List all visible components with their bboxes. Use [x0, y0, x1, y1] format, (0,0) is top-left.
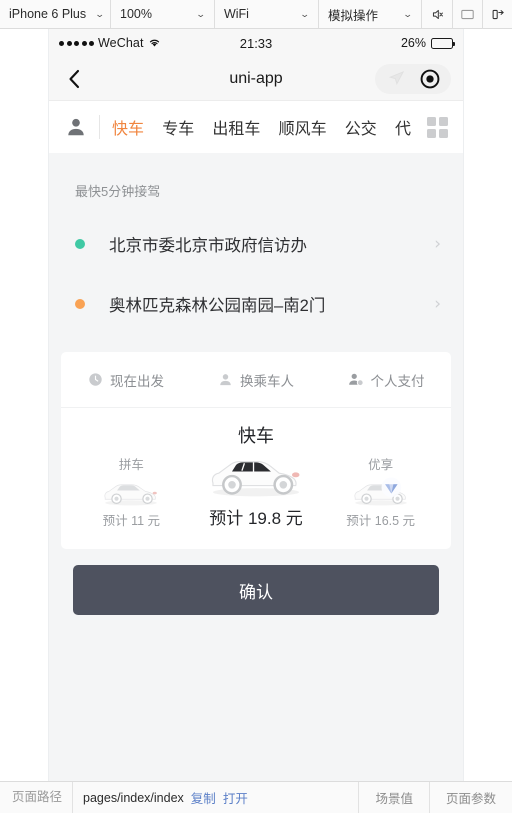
chevron-down-icon: ⌄ [196, 8, 207, 19]
mute-icon[interactable] [422, 0, 452, 29]
destination-dot-icon [75, 299, 85, 309]
origin-dot-icon [75, 239, 85, 249]
phone-frame: WeChat 21:33 26% uni-app 快车 专车 出租车 顺风车 公… [48, 29, 464, 781]
depart-now-label: 现在出发 [110, 373, 164, 389]
network-selector-value: WiFi [223, 7, 249, 21]
simulate-selector-value: 模拟操作 [327, 8, 378, 23]
device-selector-value: iPhone 6 Plus [9, 7, 87, 21]
car-price: 预计 19.8 元 [209, 509, 303, 528]
tab-gongjiao[interactable]: 公交 [345, 115, 377, 139]
nav-capsule [375, 63, 451, 94]
car-label: 优享 [368, 458, 394, 472]
car-option-pinche[interactable]: 拼车 预计 11 元 [69, 454, 194, 529]
toolbar-icon-group [422, 0, 512, 29]
back-button[interactable] [61, 66, 87, 92]
network-selector[interactable]: WiFi ⌄ [215, 0, 319, 28]
tab-kuaiche[interactable]: 快车 [112, 115, 144, 139]
car-illustration [104, 484, 158, 506]
signal-dots-icon [59, 40, 94, 46]
page-path-group: pages/index/index 复制 打开 [73, 788, 358, 807]
tab-chuzuche[interactable]: 出租车 [212, 115, 260, 139]
car-price: 预计 11 元 [102, 514, 161, 528]
payment-option[interactable]: 个人支付 [321, 370, 451, 390]
confirm-button-wrap: 确认 [61, 549, 451, 615]
simulate-selector[interactable]: 模拟操作 ⌄ [319, 0, 422, 28]
destination-label: 奥林匹克森林公园南园–南2门 [109, 297, 326, 315]
navigation-arrow-icon[interactable] [380, 64, 412, 94]
wifi-icon [148, 38, 161, 48]
person-icon [218, 372, 233, 387]
grid-menu-icon[interactable] [425, 115, 449, 139]
chevron-right-icon: › [434, 294, 441, 314]
chevron-down-icon: ⌄ [300, 8, 311, 19]
phone-nav-bar: uni-app [49, 57, 463, 101]
devtools-toolbar: iPhone 6 Plus ⌄ 100% ⌄ WiFi ⌄ 模拟操作 ⌄ [0, 0, 512, 29]
car-label: 快车 [238, 426, 274, 446]
zoom-selector[interactable]: 100% ⌄ [111, 0, 215, 28]
status-bar-left: WeChat [59, 36, 240, 50]
detach-icon[interactable] [482, 0, 512, 29]
destination-row[interactable]: 奥林匹克森林公园南园–南2门 › [61, 274, 451, 334]
depart-now-option[interactable]: 现在出发 [61, 370, 191, 390]
devtools-bottom-bar: 页面路径 pages/index/index 复制 打开 场景值 页面参数 [0, 781, 512, 813]
page-path-value: pages/index/index [83, 790, 184, 805]
chevron-right-icon: › [434, 234, 441, 254]
tab-list: 快车 专车 出租车 顺风车 公交 代 [112, 115, 415, 139]
car-price: 预计 16.5 元 [346, 514, 416, 528]
passenger-option[interactable]: 换乘车人 [191, 370, 321, 390]
person-icon[interactable] [63, 114, 89, 140]
tab-dai[interactable]: 代 [395, 115, 411, 139]
booking-card: 现在出发 换乘车人 个人支付 拼车 预计 11 元 快车 预计 19.8 元 优… [61, 352, 451, 549]
tab-shunfengche[interactable]: 顺风车 [279, 115, 327, 139]
battery-icon [431, 37, 456, 49]
service-tab-bar: 快车 专车 出租车 顺风车 公交 代 [49, 101, 463, 153]
tab-divider [99, 115, 100, 139]
status-bar-time: 21:33 [239, 35, 273, 51]
chevron-left-icon [69, 69, 80, 88]
location-list: 北京市委北京市政府信访办 › 奥林匹克森林公园南园–南2门 › [61, 214, 451, 334]
car-illustration [211, 461, 300, 497]
target-record-icon[interactable] [414, 64, 446, 94]
car-label: 拼车 [118, 458, 144, 472]
diamond-badge-icon [381, 477, 401, 498]
zoom-selector-value: 100% [120, 7, 152, 21]
origin-row[interactable]: 北京市委北京市政府信访办 › [61, 214, 451, 274]
passenger-label: 换乘车人 [240, 373, 294, 389]
page-content: 最快5分钟接驾 北京市委北京市政府信访办 › 奥林匹克森林公园南园–南2门 › [49, 153, 463, 781]
phone-status-bar: WeChat 21:33 26% [49, 29, 463, 57]
car-option-kuaiche[interactable]: 快车 预计 19.8 元 [194, 422, 319, 529]
eta-label: 最快5分钟接驾 [75, 184, 161, 199]
carrier-label: WeChat [98, 36, 144, 50]
origin-label: 北京市委北京市政府信访办 [109, 237, 307, 255]
chevron-down-icon: ⌄ [94, 8, 106, 19]
battery-percent-label: 26% [400, 36, 427, 50]
copy-link[interactable]: 复制 [191, 788, 216, 807]
person-pay-icon [348, 372, 364, 387]
car-type-row: 拼车 预计 11 元 快车 预计 19.8 元 优享 预计 16.5 元 [61, 408, 451, 549]
booking-options-row: 现在出发 换乘车人 个人支付 [61, 352, 451, 408]
clock-icon [88, 372, 103, 387]
page-path-label: 页面路径 [0, 782, 74, 813]
confirm-button[interactable]: 确认 [73, 565, 439, 615]
simulator-workbench: WeChat 21:33 26% uni-app 快车 专车 出租车 顺风车 公… [0, 29, 512, 781]
open-link[interactable]: 打开 [223, 788, 248, 807]
device-selector[interactable]: iPhone 6 Plus ⌄ [0, 0, 111, 28]
page-params-button[interactable]: 页面参数 [428, 782, 512, 813]
scene-value-button[interactable]: 场景值 [358, 782, 429, 813]
display-icon[interactable] [452, 0, 482, 29]
car-illustration-premium [354, 477, 407, 506]
payment-label: 个人支付 [370, 373, 425, 389]
tab-zhuanche[interactable]: 专车 [162, 115, 194, 139]
chevron-down-icon: ⌄ [403, 8, 414, 19]
status-bar-right: 26% [272, 36, 456, 50]
car-option-youxiang[interactable]: 优享 预计 16.5 元 [318, 454, 443, 529]
